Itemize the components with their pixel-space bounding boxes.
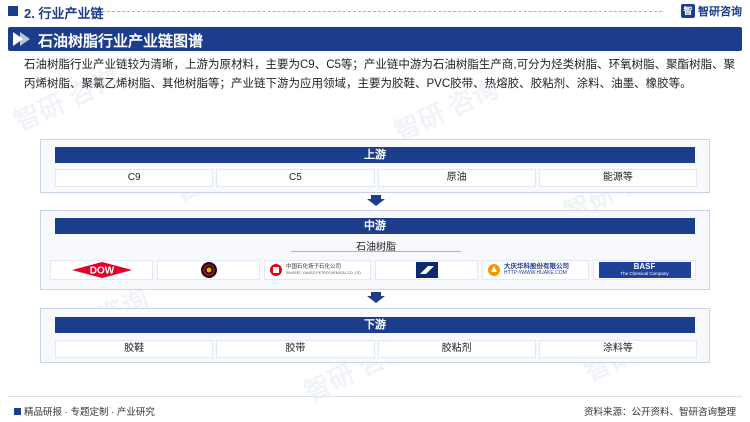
midstream-sublabel: 石油树脂 [291, 238, 461, 253]
huake-logo-icon [488, 264, 500, 276]
downstream-item: 胶鞋 [55, 340, 214, 358]
footer-divider [8, 396, 742, 397]
company-logos: DOW 中国石化扬子石化公司 SINOPEC YANGZI PETROCHEMI… [50, 260, 696, 280]
upstream-panel: 上游 C9 C5 原油 能源等 [40, 139, 710, 193]
downstream-header: 下游 [55, 317, 695, 333]
footer-left: 精品研报 · 专题定制 · 产业研究 [14, 404, 155, 418]
circle-logo-icon [200, 262, 217, 278]
huake-sub: HTTP://WWW.HUAKE.COM [504, 270, 567, 276]
upstream-item: 能源等 [538, 169, 697, 187]
huake-name: 大庆华科股份有限公司 [504, 263, 569, 270]
section-marker-icon [8, 6, 18, 16]
brand-logo-icon: 智 [681, 4, 695, 18]
section-title: 2. 行业产业链 [24, 6, 104, 21]
upstream-items: C9 C5 原油 能源等 [55, 169, 697, 187]
brand: 智 智研咨询 [681, 3, 742, 19]
flow-arrow-icon [367, 199, 385, 206]
footer-marker-icon [14, 408, 21, 415]
page-title: 石油树脂行业产业链图谱 [38, 33, 204, 50]
brand-name: 智研咨询 [698, 6, 742, 18]
upstream-item: C9 [55, 169, 214, 187]
title-bar: 石油树脂行业产业链图谱 [8, 27, 742, 51]
downstream-item: 胶粘剂 [377, 340, 536, 358]
description: 石油树脂行业产业链较为清晰，上游为原材料，主要为C9、C5等；产业链中游为石油树… [24, 59, 736, 90]
divider [102, 11, 662, 12]
sinopec-logo: 中国石化扬子石化公司 SINOPEC YANGZI PETROCHEMICAL … [264, 260, 371, 280]
midstream-header: 中游 [55, 218, 695, 234]
flow-arrow-icon [367, 296, 385, 303]
arrow-icon [20, 32, 30, 46]
sinopec-logo-icon [270, 264, 282, 276]
huake-logo: 大庆华科股份有限公司 HTTP://WWW.HUAKE.COM [482, 260, 589, 280]
footer-source: 资料来源：公开资料、智研咨询整理 [583, 407, 736, 418]
basf-name: BASF [633, 262, 656, 271]
footer-tagline: 精品研报 · 专题定制 · 产业研究 [24, 407, 155, 418]
circle-logo [157, 260, 260, 280]
upstream-item: C5 [216, 169, 375, 187]
upstream-item: 原油 [377, 169, 536, 187]
arrow-logo-icon [415, 262, 438, 278]
basf-logo: BASF The Chemical Company [593, 260, 696, 280]
top-bar: 2. 行业产业链 智 智研咨询 [0, 0, 750, 22]
upstream-header: 上游 [55, 147, 695, 163]
sinopec-sub: SINOPEC YANGZI PETROCHEMICAL CO.,LTD [286, 271, 361, 275]
dow-logo-icon: DOW [71, 262, 132, 278]
downstream-item: 涂料等 [538, 340, 697, 358]
downstream-panel: 下游 胶鞋 胶带 胶粘剂 涂料等 [40, 308, 710, 363]
basf-sub: The Chemical Company [620, 271, 669, 276]
dow-logo-text: DOW [89, 266, 114, 277]
downstream-item: 胶带 [216, 340, 375, 358]
downstream-items: 胶鞋 胶带 胶粘剂 涂料等 [55, 340, 697, 358]
arrow-logo [375, 260, 478, 280]
dow-logo: DOW [50, 260, 153, 280]
